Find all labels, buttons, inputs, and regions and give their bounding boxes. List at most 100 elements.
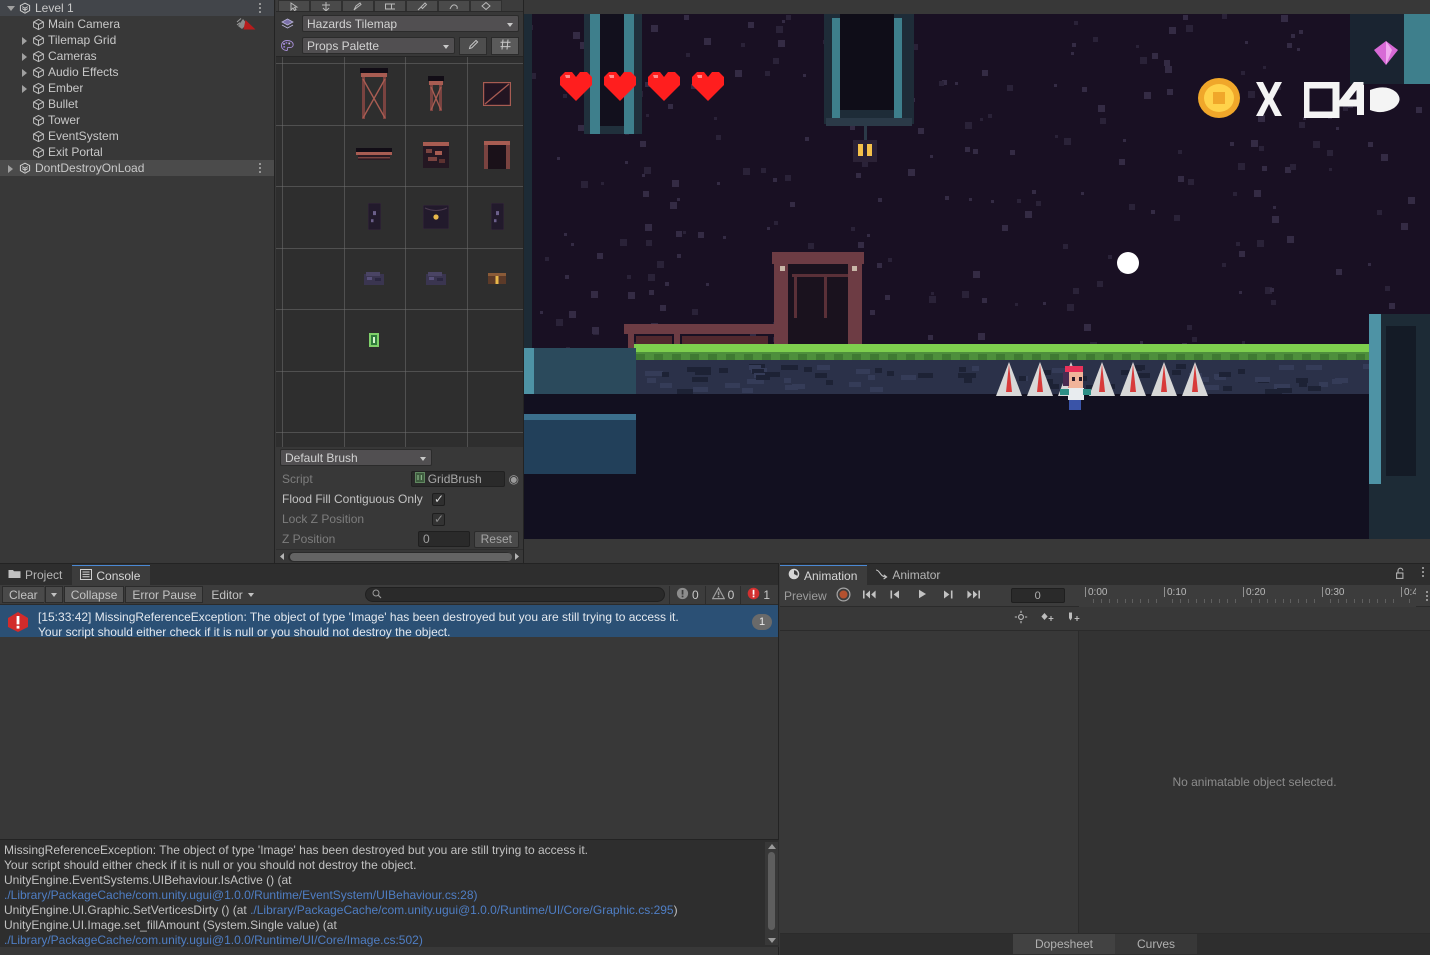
hierarchy-item-dontdestroyonload[interactable]: DontDestroyOnLoad	[0, 160, 274, 176]
active-palette-dropdown[interactable]: Props Palette	[302, 37, 455, 54]
tab-project[interactable]: Project	[0, 565, 73, 585]
animation-menu-icon[interactable]	[1422, 567, 1424, 577]
next-frame-button[interactable]	[935, 585, 961, 607]
scroll-down-arrow-icon[interactable]	[768, 938, 776, 943]
select-tool-button[interactable]	[278, 0, 310, 11]
hierarchy-item-ember[interactable]: Ember	[0, 80, 274, 96]
hierarchy-item-tilemap-grid[interactable]: Tilemap Grid	[0, 32, 274, 48]
foldout-toggle-icon[interactable]	[5, 0, 18, 16]
flood-fill-checkbox[interactable]	[432, 491, 445, 507]
palette-tile[interactable]	[423, 142, 449, 168]
last-frame-button[interactable]	[961, 585, 987, 607]
palette-horizontal-scrollbar[interactable]	[276, 549, 523, 563]
toggle-grid-button[interactable]	[491, 36, 519, 55]
add-property-button[interactable]	[1008, 608, 1034, 630]
hierarchy-item-audio-effects[interactable]: Audio Effects	[0, 64, 274, 80]
foldout-toggle-icon[interactable]	[5, 160, 18, 176]
move-tool-button[interactable]	[310, 0, 342, 11]
current-frame-input[interactable]: 0	[1010, 588, 1065, 603]
palette-tile[interactable]	[484, 141, 510, 169]
palette-tile[interactable]	[360, 68, 388, 120]
brush-dropdown[interactable]: Default Brush	[280, 449, 432, 466]
palette-tile[interactable]	[490, 202, 505, 231]
brush-script-objectfield[interactable]: GridBrush	[410, 471, 505, 487]
z-position-input[interactable]: 0	[417, 531, 470, 547]
edit-palette-button[interactable]	[459, 36, 487, 55]
picker-tool-button[interactable]	[406, 0, 438, 11]
log-counter[interactable]: 0	[668, 585, 705, 604]
tab-animator[interactable]: Animator	[867, 565, 951, 585]
lock-open-icon[interactable]	[1395, 567, 1406, 583]
scrollbar-thumb[interactable]	[768, 852, 775, 930]
game-render-canvas[interactable]	[524, 14, 1430, 539]
timeline-menu-icon[interactable]	[1426, 591, 1428, 601]
hierarchy-item-eventsystem[interactable]: EventSystem	[0, 128, 274, 144]
tab-curves[interactable]: Curves	[1115, 934, 1198, 954]
foldout-toggle-icon[interactable]	[19, 80, 32, 96]
palette-tile[interactable]	[422, 204, 450, 230]
palette-tile[interactable]	[364, 272, 384, 285]
scrollbar-thumb[interactable]	[290, 552, 512, 561]
tab-dopesheet[interactable]: Dopesheet	[1012, 934, 1116, 954]
error-pause-button[interactable]: Error Pause	[125, 586, 204, 603]
erase-tool-button[interactable]	[438, 0, 470, 11]
hierarchy-scene-menu-icon[interactable]	[255, 0, 265, 16]
hierarchy-item-level-1[interactable]: Level 1	[0, 0, 274, 16]
animation-property-list[interactable]	[780, 631, 1079, 933]
palette-tile[interactable]	[426, 272, 446, 285]
animation-dopesheet-area[interactable]: No animatable object selected.	[1079, 631, 1430, 933]
box-fill-tool-button[interactable]	[374, 0, 406, 11]
hierarchy-item-tower[interactable]: Tower	[0, 112, 274, 128]
active-tilemap-dropdown[interactable]: Hazards Tilemap	[302, 15, 519, 32]
stacktrace-scrollbar[interactable]	[765, 842, 778, 945]
animation-timeline-ruler[interactable]: 0:000:100:200:300:400:501:00	[1079, 585, 1416, 607]
warning-counter[interactable]: 0	[704, 585, 741, 604]
hierarchy-item-exit-portal[interactable]: Exit Portal	[0, 144, 274, 160]
stacktrace-link[interactable]: ./Library/PackageCache/com.unity.ugui@1.…	[250, 903, 674, 917]
object-picker-icon[interactable]: ◉	[509, 472, 519, 486]
palette-tile-grid[interactable]	[276, 56, 523, 447]
palette-tile[interactable]	[369, 333, 379, 347]
clear-dropdown-button[interactable]	[44, 586, 63, 603]
hierarchy-item-bullet[interactable]: Bullet	[0, 96, 274, 112]
fill-tool-button[interactable]	[470, 0, 502, 11]
console-stacktrace-detail[interactable]: MissingReferenceException: The object of…	[0, 839, 779, 947]
paint-tool-button[interactable]	[342, 0, 374, 11]
collapse-button[interactable]: Collapse	[63, 586, 125, 603]
prev-frame-button[interactable]	[883, 585, 909, 607]
clear-button[interactable]: Clear	[2, 586, 44, 603]
scroll-right-arrow-icon[interactable]	[513, 550, 521, 564]
foldout-toggle-icon[interactable]	[19, 64, 32, 80]
tab-console[interactable]: Console	[72, 565, 151, 585]
tab-animation[interactable]: Animation	[780, 565, 868, 585]
hierarchy-scene-menu-icon[interactable]	[255, 160, 265, 176]
first-frame-button[interactable]	[857, 585, 883, 607]
foldout-toggle-icon[interactable]	[19, 48, 32, 64]
palette-tile[interactable]	[428, 76, 444, 112]
stacktrace-line[interactable]: ./Library/PackageCache/com.unity.ugui@1.…	[4, 933, 775, 947]
z-position-reset-button[interactable]: Reset	[473, 530, 519, 548]
hierarchy-item-main-camera[interactable]: Main Camera	[0, 16, 274, 32]
scroll-left-arrow-icon[interactable]	[278, 550, 286, 564]
palette-tile[interactable]	[367, 202, 382, 231]
play-button[interactable]	[909, 585, 935, 607]
palette-tile[interactable]	[482, 81, 512, 107]
console-entry[interactable]: [15:33:42] MissingReferenceException: Th…	[0, 605, 778, 639]
record-button[interactable]	[831, 585, 857, 607]
add-event-button[interactable]	[1060, 608, 1086, 630]
stacktrace-line[interactable]: UnityEngine.UI.Graphic.SetVerticesDirty …	[4, 903, 775, 918]
active-palette-row: Props Palette	[276, 34, 523, 56]
error-counter[interactable]: 1	[740, 585, 776, 604]
palette-tile[interactable]	[488, 273, 506, 284]
hierarchy-item-cameras[interactable]: Cameras	[0, 48, 274, 64]
editor-dropdown-button[interactable]: Editor	[204, 586, 261, 603]
scroll-up-arrow-icon[interactable]	[768, 844, 776, 849]
palette-tile[interactable]	[356, 148, 392, 162]
foldout-toggle-icon[interactable]	[19, 32, 32, 48]
lock-z-checkbox[interactable]	[432, 511, 445, 527]
stacktrace-line[interactable]: ./Library/PackageCache/com.unity.ugui@1.…	[4, 888, 775, 903]
add-keyframe-button[interactable]	[1034, 608, 1060, 630]
game-view-panel[interactable]	[524, 0, 1430, 563]
scrollbar-track[interactable]	[288, 551, 512, 562]
console-search-input[interactable]	[364, 587, 665, 602]
